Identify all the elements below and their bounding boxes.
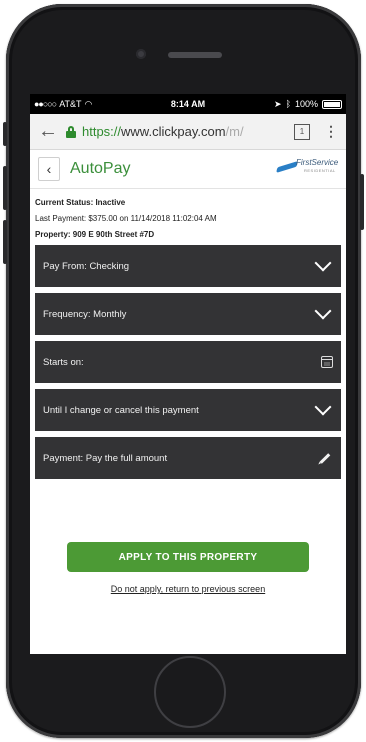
volume-up-button [3,166,7,210]
payment-label: Payment: Pay the full amount [43,452,168,464]
app-header: ‹ AutoPay FirstService RESIDENTIAL [30,150,346,189]
frequency-label: Frequency: Monthly [43,308,127,320]
battery-percent: 100% [294,99,318,109]
status-bar: ●●○○○ AT&T ◠ 8:14 AM ➤ ᛒ 100% [30,94,346,114]
chevron-down-icon [314,398,332,416]
url-path: /m/ [225,124,244,139]
pay-from-label: Pay From: Checking [43,260,130,272]
lock-icon [66,125,76,138]
front-camera [136,49,146,59]
apply-to-property-button[interactable]: APPLY TO THIS PROPERTY [67,542,309,572]
url-host: www.clickpay.com [121,124,226,139]
payment-amount-field[interactable]: Payment: Pay the full amount [35,437,341,479]
property-address: Property: 909 E 90th Street #7D [35,230,155,239]
battery-icon [322,99,342,109]
browser-back-arrow-icon[interactable]: ← [38,120,60,143]
logo-sub-text: RESIDENTIAL [304,168,336,173]
page-title: AutoPay [70,160,131,177]
account-info: Current Status: Inactive Last Payment: $… [30,189,346,243]
browser-toolbar: ← https:// www.clickpay.com /m/ 1 ⋮ [30,114,346,150]
mute-switch [3,122,7,146]
power-button [360,174,364,230]
tab-switcher-button[interactable]: 1 [294,123,310,140]
until-label: Until I change or cancel this payment [43,404,199,416]
return-previous-link[interactable]: Do not apply, return to previous screen [30,584,346,594]
pencil-icon[interactable] [319,452,331,464]
status-right: ➤ ᛒ 100% [274,99,342,110]
pay-from-dropdown[interactable]: Pay From: Checking [35,245,341,287]
location-icon: ➤ [274,98,282,109]
url-scheme: https:// [82,124,122,139]
chevron-left-icon: ‹ [46,161,52,177]
phone-screen: ●●○○○ AT&T ◠ 8:14 AM ➤ ᛒ 100% ← https://… [30,94,346,654]
start-date-field[interactable]: Starts on: [35,341,341,383]
end-condition-dropdown[interactable]: Until I change or cancel this payment [35,389,341,431]
frequency-dropdown[interactable]: Frequency: Monthly [35,293,341,335]
back-button[interactable]: ‹ [38,157,60,181]
logo-swoosh-icon [276,161,298,173]
overflow-menu-icon[interactable]: ⋮ [324,123,338,140]
starts-on-label: Starts on: [43,356,84,368]
chevron-down-icon [314,254,332,272]
chevron-down-icon [314,302,332,320]
calendar-icon[interactable] [321,356,333,368]
volume-down-button [3,220,7,264]
firstservice-logo: FirstService RESIDENTIAL [276,156,342,180]
bluetooth-icon: ᛒ [285,99,291,109]
current-status: Current Status: Inactive [35,198,126,207]
earpiece-speaker [168,52,222,58]
last-payment: Last Payment: $375.00 on 11/14/2018 11:0… [35,214,217,223]
address-bar[interactable]: https:// www.clickpay.com /m/ [66,119,284,145]
home-button[interactable] [154,656,226,728]
logo-brand-text: FirstService [296,158,339,167]
